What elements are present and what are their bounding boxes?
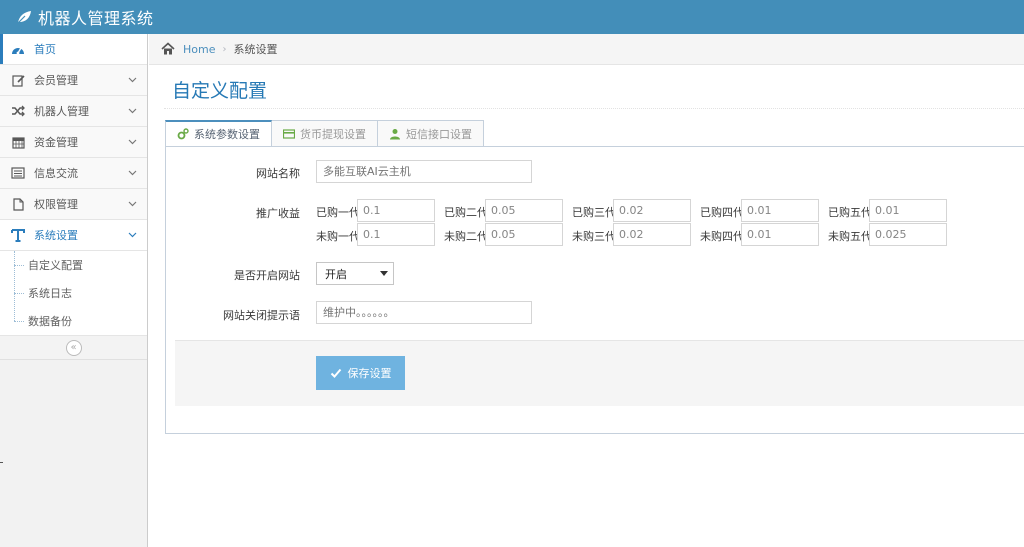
- breadcrumb-current: 系统设置: [233, 43, 278, 56]
- unbought-gen1-label: 未购一代: [316, 230, 360, 243]
- chevron-down-icon: [125, 135, 139, 149]
- site-open-label: 是否开启网站: [234, 269, 300, 282]
- bought-gen1-input[interactable]: 0.1: [357, 199, 435, 222]
- sidebar-item-messages[interactable]: 信息交流: [0, 158, 147, 189]
- site-open-select[interactable]: 开启: [316, 262, 394, 285]
- tab-label: 货币提现设置: [300, 127, 366, 141]
- bought-gen2-input[interactable]: 0.05: [485, 199, 563, 222]
- sidebar-item-permissions[interactable]: 权限管理: [0, 189, 147, 220]
- credit-card-icon: [283, 128, 295, 139]
- top-navbar: 机器人管理系统: [0, 0, 1024, 34]
- chevron-right-icon: ›: [222, 43, 227, 55]
- unbought-gen5-label: 未购五代: [828, 230, 872, 243]
- unbought-gen2-label: 未购二代: [444, 230, 488, 243]
- site-name-input[interactable]: [316, 160, 532, 183]
- home-icon: [161, 42, 175, 55]
- unbought-gen4-label: 未购四代: [700, 230, 744, 243]
- site-open-selected-value: 开启: [325, 267, 347, 281]
- breadcrumb-home-link[interactable]: Home: [183, 43, 215, 56]
- bought-gen1-label: 已购一代: [316, 206, 360, 219]
- user-icon: [390, 128, 400, 139]
- sidebar-item-label: 权限管理: [34, 198, 78, 211]
- chevron-down-icon: [125, 104, 139, 118]
- tab-bar: 系统参数设置 货币提现设置 短信接口设置: [165, 120, 484, 147]
- file-icon: [10, 196, 26, 212]
- text-icon: [10, 227, 26, 243]
- shuffle-icon: [10, 103, 26, 119]
- tab-sms-api[interactable]: 短信接口设置: [378, 120, 484, 147]
- unbought-gen1-input[interactable]: 0.1: [357, 223, 435, 246]
- settings-submenu: 自定义配置 系统日志 数据备份: [0, 251, 147, 336]
- tab-currency-withdraw[interactable]: 货币提现设置: [272, 120, 378, 147]
- sidebar-item-label: 信息交流: [34, 167, 78, 180]
- save-settings-label: 保存设置: [347, 367, 392, 380]
- header-divider: [164, 108, 1024, 109]
- breadcrumb: Home › 系统设置: [149, 34, 1024, 65]
- edit-icon: [10, 72, 26, 88]
- sidebar-item-label: 机器人管理: [34, 105, 89, 118]
- sidebar-item-label: 系统设置: [34, 229, 78, 242]
- tab-system-params[interactable]: 系统参数设置: [165, 120, 272, 147]
- list-icon: [10, 165, 26, 181]
- sidebar: 首页 会员管理 机器人管理 资金管理 信息交流 权限管理 系统设置 自定义配置 …: [0, 34, 148, 547]
- bought-gen5-label: 已购五代: [828, 206, 872, 219]
- leaf-icon: [17, 11, 31, 24]
- sidebar-item-home[interactable]: 首页: [0, 34, 147, 65]
- sidebar-item-members[interactable]: 会员管理: [0, 65, 147, 96]
- bought-gen2-label: 已购二代: [444, 206, 488, 219]
- bought-gen4-label: 已购四代: [700, 206, 744, 219]
- unbought-gen4-input[interactable]: 0.01: [741, 223, 819, 246]
- bought-gen3-label: 已购三代: [572, 206, 616, 219]
- sidebar-item-settings[interactable]: 系统设置: [0, 220, 147, 251]
- sidebar-collapse-bar: «: [0, 336, 147, 360]
- dropdown-arrow-icon: [380, 271, 388, 276]
- unbought-gen2-input[interactable]: 0.05: [485, 223, 563, 246]
- site-name-label: 网站名称: [256, 167, 300, 180]
- bought-gen5-input[interactable]: 0.01: [869, 199, 947, 222]
- chevron-down-icon: [125, 228, 139, 242]
- unbought-gen3-label: 未购三代: [572, 230, 616, 243]
- edge-mark: [0, 462, 3, 463]
- form-actions: [175, 340, 1024, 406]
- app-title[interactable]: 机器人管理系统: [38, 5, 154, 29]
- unbought-gen3-input[interactable]: 0.02: [613, 223, 691, 246]
- chevron-down-icon: [125, 73, 139, 87]
- page-title: 自定义配置: [172, 80, 268, 102]
- sidebar-item-label: 首页: [34, 43, 56, 56]
- cogs-icon: [177, 128, 189, 140]
- check-icon: [330, 368, 341, 378]
- sidebar-item-robots[interactable]: 机器人管理: [0, 96, 147, 127]
- bought-gen4-input[interactable]: 0.01: [741, 199, 819, 222]
- close-tip-input[interactable]: [316, 301, 532, 324]
- sidebar-item-label: 会员管理: [34, 74, 78, 87]
- tab-label: 系统参数设置: [194, 128, 260, 141]
- chevron-down-icon: [125, 166, 139, 180]
- promotion-label: 推广收益: [256, 207, 300, 220]
- sidebar-item-funds[interactable]: 资金管理: [0, 127, 147, 158]
- submenu-item-system-log[interactable]: 系统日志: [0, 279, 147, 307]
- submenu-item-custom-config[interactable]: 自定义配置: [0, 251, 147, 279]
- chevron-down-icon: [125, 197, 139, 211]
- close-tip-label: 网站关闭提示语: [223, 309, 300, 322]
- save-settings-button[interactable]: 保存设置: [316, 356, 405, 390]
- unbought-gen5-input[interactable]: 0.025: [869, 223, 947, 246]
- dashboard-icon: [10, 41, 26, 57]
- collapse-sidebar-icon[interactable]: «: [65, 339, 82, 356]
- submenu-item-data-backup[interactable]: 数据备份: [0, 307, 147, 335]
- bought-gen3-input[interactable]: 0.02: [613, 199, 691, 222]
- sidebar-item-label: 资金管理: [34, 136, 78, 149]
- tab-label: 短信接口设置: [406, 127, 472, 141]
- calendar-icon: [10, 134, 26, 150]
